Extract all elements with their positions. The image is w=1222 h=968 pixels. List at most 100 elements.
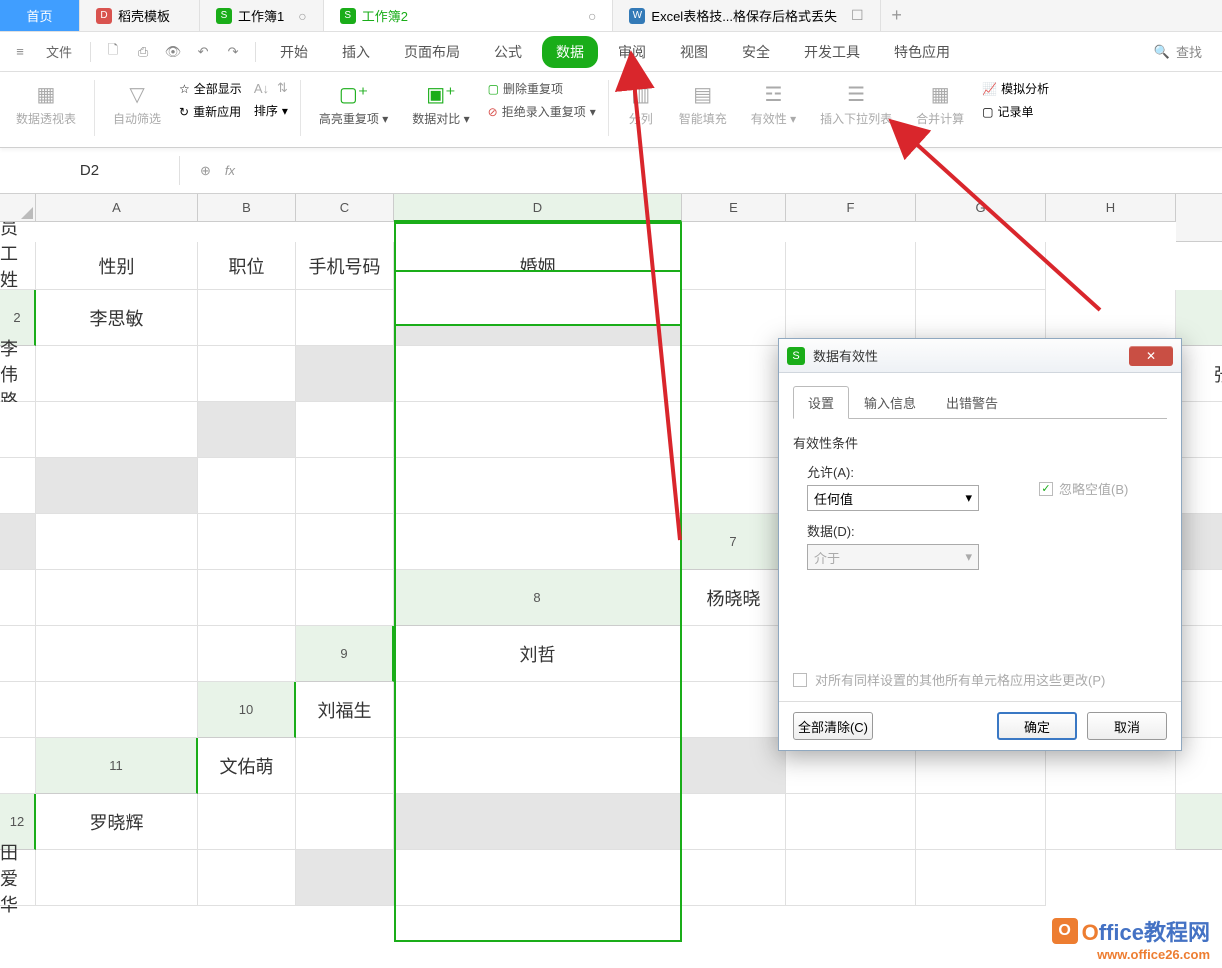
cell-d1[interactable]: 手机号码 [296,242,394,290]
dialog-tab-erroralert[interactable]: 出错警告 [931,386,1013,419]
ribbon-compare[interactable]: ▣⁺ 数据对比 ▾ [406,80,475,127]
col-header-f[interactable]: F [786,194,916,222]
cell-b1[interactable]: 性别 [36,242,198,290]
cell-c3[interactable] [198,346,296,402]
cell-g7[interactable] [198,570,296,626]
menu-security[interactable]: 安全 [728,36,784,68]
cell-h12[interactable] [1046,794,1176,850]
menu-special[interactable]: 特色应用 [880,36,964,68]
search-box[interactable]: 🔍 查找 [1154,42,1214,61]
sort-asc-icon[interactable]: A↓ [254,81,269,96]
col-header-d[interactable]: D [394,194,682,222]
cell-h1[interactable] [916,242,1046,290]
cell-d12[interactable] [394,794,682,850]
cell-e12[interactable] [682,794,786,850]
undo-icon[interactable]: ↶ [191,40,215,64]
select-all-corner[interactable] [0,194,36,222]
cell-b12[interactable] [198,794,296,850]
col-header-g[interactable]: G [916,194,1046,222]
cell-h5[interactable] [682,458,786,514]
row-header-3[interactable]: 3 [1176,290,1222,346]
cell-e13[interactable] [394,850,682,906]
tab-templates[interactable]: D 稻壳模板 [80,0,200,31]
menu-pagelayout[interactable]: 页面布局 [390,36,474,68]
cell-e7[interactable] [0,570,36,626]
ribbon-rejectinput[interactable]: ⊘拒绝录入重复项 ▾ [488,103,596,120]
tab-add-button[interactable]: + [881,0,913,31]
cell-c5[interactable] [0,458,36,514]
cell-b13[interactable] [36,850,198,906]
cell-d5[interactable] [36,458,198,514]
row-header-10[interactable]: 10 [198,682,296,738]
cell-h9[interactable] [36,682,198,738]
tab-close-icon[interactable]: ☐ [851,7,864,24]
cell-f4[interactable] [394,402,682,458]
cell-a13[interactable]: 田爱华 [0,850,36,906]
cell-e4[interactable] [296,402,394,458]
cell-c4[interactable] [36,402,198,458]
cell-g8[interactable] [36,626,198,682]
cell-c13[interactable] [198,850,296,906]
dialog-tab-inputmsg[interactable]: 输入信息 [849,386,931,419]
tab-workbook1[interactable]: S 工作簿1 ○ [200,0,324,31]
hamburger-icon[interactable]: ≡ [8,40,32,64]
cell-c1[interactable]: 职位 [198,242,296,290]
cell-a8[interactable]: 杨晓晓 [682,570,786,626]
name-box[interactable]: D2 [0,156,180,185]
cell-h10[interactable] [0,738,36,794]
cell-c10[interactable] [682,682,786,738]
dialog-tab-settings[interactable]: 设置 [793,386,849,419]
row-header-7[interactable]: 7 [682,514,786,570]
cell-c2[interactable] [296,290,394,346]
sort-icon[interactable]: ⇅ [277,80,288,96]
cell-g10[interactable] [1176,682,1222,738]
dialog-close-button[interactable]: ✕ [1129,346,1173,366]
cell-e2[interactable] [682,290,786,346]
cell-e5[interactable] [198,458,296,514]
cell-g6[interactable] [296,514,394,570]
fx-label[interactable]: fx [225,163,235,178]
menu-devtools[interactable]: 开发工具 [790,36,874,68]
row-header-8[interactable]: 8 [394,570,682,626]
cell-e8[interactable] [1176,570,1222,626]
cell-h8[interactable] [198,626,296,682]
cell-a3[interactable]: 李伟路 [0,346,36,402]
cell-a12[interactable]: 罗晓辉 [36,794,198,850]
clear-all-button[interactable]: 全部清除(C) [793,712,873,740]
col-header-h[interactable]: H [1046,194,1176,222]
ok-button[interactable]: 确定 [997,712,1077,740]
tab-excel-tips[interactable]: W Excel表格技...格保存后格式丢失 ☐ [613,0,880,31]
cell-c12[interactable] [296,794,394,850]
cell-f3[interactable] [682,346,786,402]
cell-f1[interactable] [682,242,786,290]
cell-d7[interactable] [1176,514,1222,570]
cell-b11[interactable] [296,738,394,794]
ribbon-reapply[interactable]: ↻重新应用 [179,103,242,120]
menu-review[interactable]: 审阅 [604,36,660,68]
cell-a2[interactable]: 李思敏 [36,290,198,346]
ribbon-simanalysis[interactable]: 📈模拟分析 [982,80,1049,97]
ribbon-pivot[interactable]: ▦ 数据透视表 [10,80,82,127]
save-icon[interactable]: 🗋 [101,40,125,64]
ribbon-insertdrop[interactable]: ☰ 插入下拉列表 [814,80,898,127]
cell-e1[interactable]: 婚姻 [394,242,682,290]
cell-a4[interactable]: 张广全 [1176,346,1222,402]
tab-close-icon[interactable]: ○ [298,8,306,24]
row-header-11[interactable]: 11 [36,738,198,794]
cell-f8[interactable] [0,626,36,682]
cell-b5[interactable] [1176,402,1222,458]
dialog-titlebar[interactable]: S 数据有效性 ✕ [779,339,1181,373]
cell-b2[interactable] [198,290,296,346]
cell-g5[interactable] [394,458,682,514]
cell-h6[interactable] [394,514,682,570]
cell-d2[interactable] [394,290,682,346]
redo-icon[interactable]: ↷ [221,40,245,64]
cell-b3[interactable] [36,346,198,402]
cell-h11[interactable] [1176,738,1222,794]
row-header-1[interactable]: 1 [1176,194,1222,242]
cell-d4[interactable] [198,402,296,458]
preview-icon[interactable]: 👁 [161,40,185,64]
col-header-a[interactable]: A [36,194,198,222]
cell-f9[interactable] [1176,626,1222,682]
cell-e3[interactable] [394,346,682,402]
